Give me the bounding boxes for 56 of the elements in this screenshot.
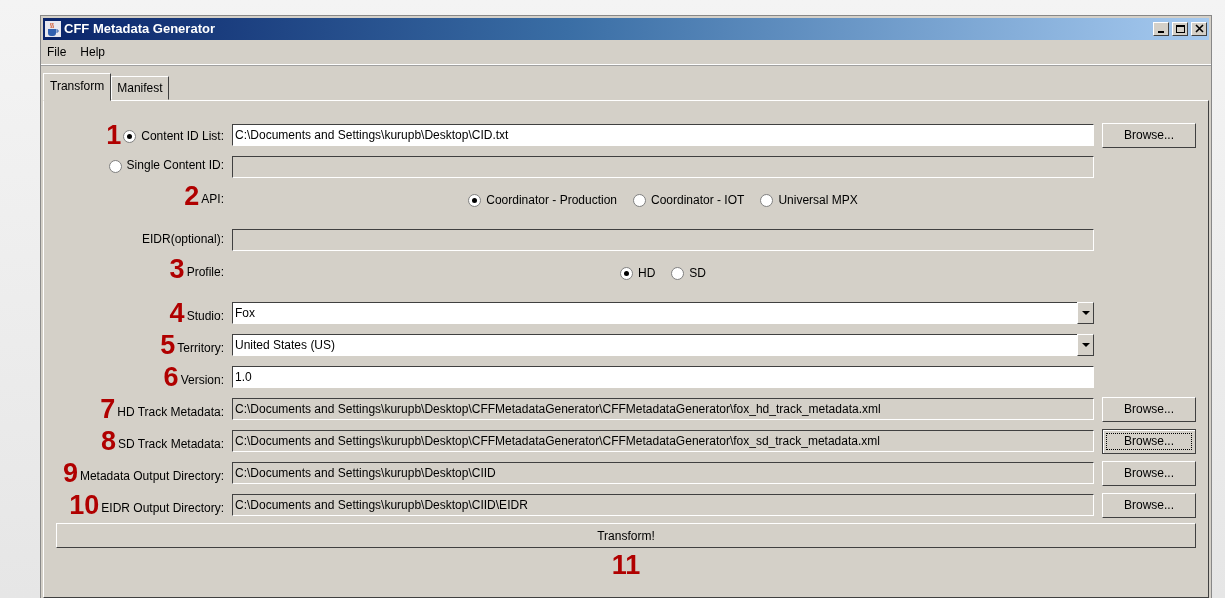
radio-label: Single Content ID: <box>126 157 224 174</box>
field-label: Studio: <box>186 307 224 325</box>
option-label: Coordinator - Production <box>486 192 617 209</box>
radio-button[interactable] <box>620 266 633 280</box>
tab[interactable]: Manifest <box>111 76 169 100</box>
window-title: CFF Metadata Generator <box>64 20 216 39</box>
step-number: 9 <box>62 459 78 487</box>
close-icon <box>1193 24 1205 34</box>
step-number: 1 <box>106 121 122 149</box>
input-field[interactable]: 1.0 <box>232 366 1094 388</box>
radio-button[interactable] <box>671 266 685 280</box>
radio-button[interactable] <box>633 193 646 207</box>
step-number: 4 <box>169 299 185 327</box>
step-number: 5 <box>160 331 176 359</box>
menu-item[interactable]: File <box>47 43 67 61</box>
step-number: 10 <box>69 491 100 519</box>
caret-icon <box>1081 342 1090 348</box>
maximize-icon <box>1174 24 1186 34</box>
close-button[interactable] <box>1191 22 1207 36</box>
field-label: Profile: <box>186 264 224 281</box>
input-field[interactable]: C:\Documents and Settings\kurupb\Desktop\CID.txt <box>232 124 1094 146</box>
minimize-button[interactable] <box>1153 22 1169 36</box>
field-label: EIDR(optional): <box>141 231 224 248</box>
field-label: Territory: <box>177 339 224 357</box>
step-number: 6 <box>163 363 179 391</box>
caret-icon <box>1081 310 1090 316</box>
minimize-icon <box>1158 31 1164 33</box>
step-number: 3 <box>169 256 185 283</box>
step-number: 11 <box>611 550 641 580</box>
option-label: Coordinator - IOT <box>651 192 745 209</box>
field-label: Version: <box>180 371 224 389</box>
radio-button[interactable] <box>760 193 774 207</box>
option-label: Universal MPX <box>778 192 858 209</box>
browse-button[interactable]: Browse... <box>1102 122 1196 148</box>
step-number: 2 <box>184 183 200 210</box>
tab[interactable]: Transform <box>43 73 112 101</box>
step-number: 7 <box>100 395 116 423</box>
field-label: SD Track Metadata: <box>117 435 224 453</box>
field-label: API: <box>201 191 224 208</box>
field-label: EIDR Output Directory: <box>101 499 224 517</box>
cup-icon <box>45 21 61 37</box>
field-label: HD Track Metadata: <box>117 403 224 421</box>
step-number: 8 <box>100 427 116 455</box>
transform-button[interactable]: Transform! <box>56 523 1196 548</box>
dropdown-field[interactable]: United States (US) <box>232 334 1077 356</box>
option-label: SD <box>689 265 706 282</box>
dropdown-arrow-button[interactable] <box>1077 334 1094 356</box>
radio-label: Content ID List: <box>141 127 224 145</box>
radio-button[interactable] <box>468 193 482 207</box>
option-label: HD <box>638 265 656 282</box>
dropdown-field[interactable]: Fox <box>232 302 1077 324</box>
radio-button[interactable] <box>123 130 137 143</box>
menu-item[interactable]: Help <box>80 43 106 61</box>
field-label: Metadata Output Directory: <box>79 467 224 485</box>
dropdown-arrow-button[interactable] <box>1077 302 1094 324</box>
maximize-button[interactable] <box>1172 22 1188 36</box>
